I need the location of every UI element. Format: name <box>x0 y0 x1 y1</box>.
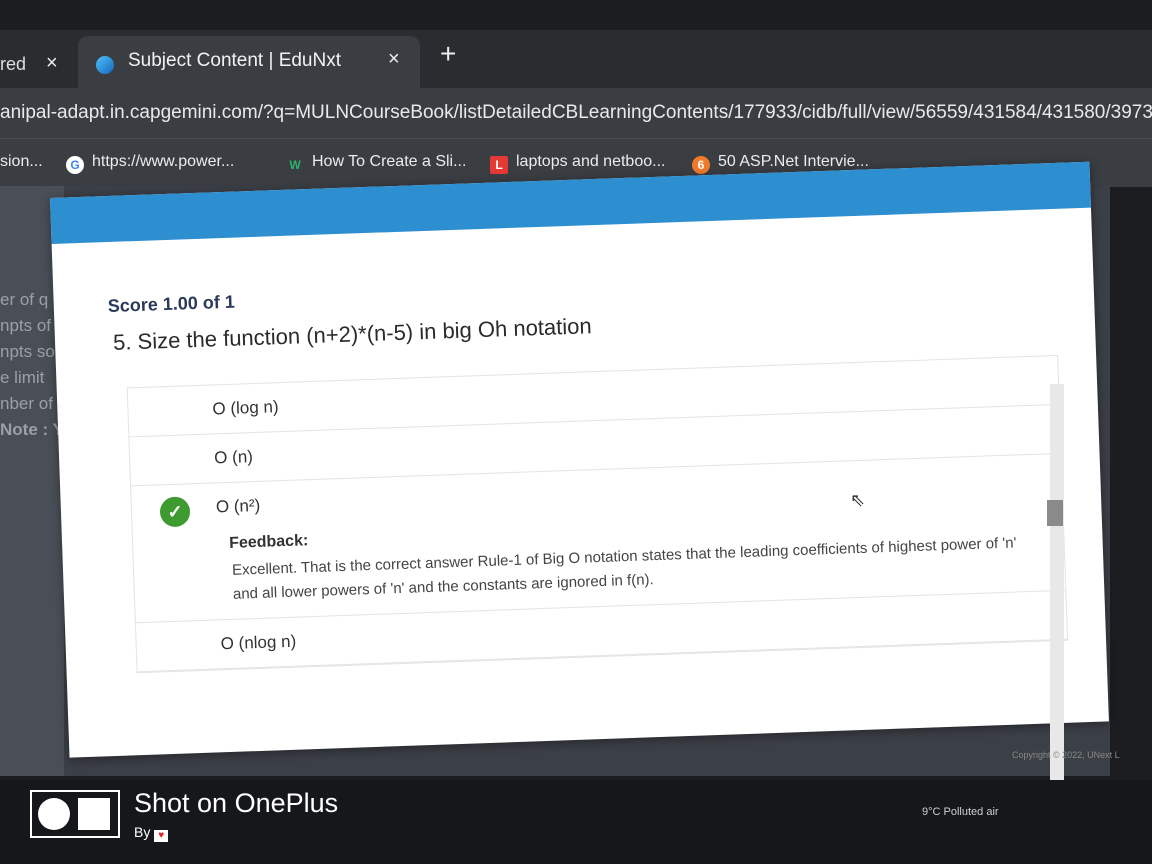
bookmark-item[interactable]: W How To Create a Sli... <box>286 153 466 174</box>
watermark-by-text: By <box>134 824 151 840</box>
tab-active[interactable]: Subject Content | EduNxt × <box>78 36 420 88</box>
weather-status[interactable]: 9°C Polluted air <box>922 806 999 818</box>
option-label: O (n) <box>213 447 254 468</box>
bookmark-label: 50 ASP.Net Intervie... <box>718 153 869 170</box>
option-label: O (nlog n) <box>220 631 297 654</box>
url-text[interactable]: anipal-adapt.in.capgemini.com/?q=MULNCou… <box>0 102 1152 124</box>
mouse-cursor-icon: ⇖ <box>850 490 866 510</box>
tab-inactive-title: red <box>0 54 27 74</box>
bookmark-item[interactable]: sion... <box>0 153 43 171</box>
photo-of-screen: red × Subject Content | EduNxt × + anipa… <box>0 0 1152 864</box>
question-text: 5. Size the function (n+2)*(n-5) in big … <box>112 313 593 355</box>
address-bar[interactable]: anipal-adapt.in.capgemini.com/?q=MULNCou… <box>0 88 1152 138</box>
option-label: O (n²) <box>215 495 261 517</box>
bookmark-item[interactable]: Llaptops and netboo... <box>490 153 665 174</box>
watermark-title: Shot on OnePlus <box>134 788 339 818</box>
google-icon: G <box>66 156 84 174</box>
quiz-result-modal: Score 1.00 of 1 5. Size the function (n+… <box>50 161 1109 758</box>
heart-icon: ♥ <box>154 830 169 842</box>
background-text: npts of <box>0 316 52 335</box>
feedback-label: Feedback: <box>228 532 309 552</box>
bookmark-label: https://www.power... <box>92 153 235 170</box>
camera-logo-icon <box>30 790 120 838</box>
background-text: e limit <box>0 368 45 387</box>
new-tab-button[interactable]: + <box>440 38 456 70</box>
answer-options: O (log n) O (n) ✓ O (n²) Feedback: Excel… <box>126 354 1069 674</box>
edunxt-favicon-icon <box>96 56 114 74</box>
bookmark-label: laptops and netboo... <box>516 153 666 170</box>
orange-circle-icon: 6 <box>692 156 710 174</box>
copyright-text: Copyright © 2022, UNext L <box>1012 750 1120 760</box>
bookmark-label: sion... <box>0 153 43 170</box>
oneplus-watermark: Shot on OnePlus By ♥ <box>30 788 350 850</box>
w-icon: W <box>289 158 301 172</box>
l-icon: L <box>490 156 508 174</box>
background-text: er of q <box>0 290 49 309</box>
close-icon[interactable]: × <box>388 48 400 71</box>
close-icon[interactable]: × <box>46 52 58 75</box>
bookmark-label: How To Create a Sli... <box>312 153 467 170</box>
tab-inactive[interactable]: red × <box>0 42 78 86</box>
score-text: Score 1.00 of 1 <box>107 291 236 317</box>
watermark-by: By ♥ <box>134 824 169 842</box>
background-text: npts so <box>0 342 55 361</box>
checkmark-icon: ✓ <box>159 496 191 528</box>
bookmark-item[interactable]: Ghttps://www.power... <box>66 153 234 174</box>
scrollbar-thumb[interactable] <box>1047 500 1063 526</box>
tab-active-title: Subject Content | EduNxt <box>128 50 341 71</box>
option-label: O (log n) <box>212 397 279 419</box>
page-content: er of q npts of npts so e limit nber of … <box>0 161 1110 824</box>
